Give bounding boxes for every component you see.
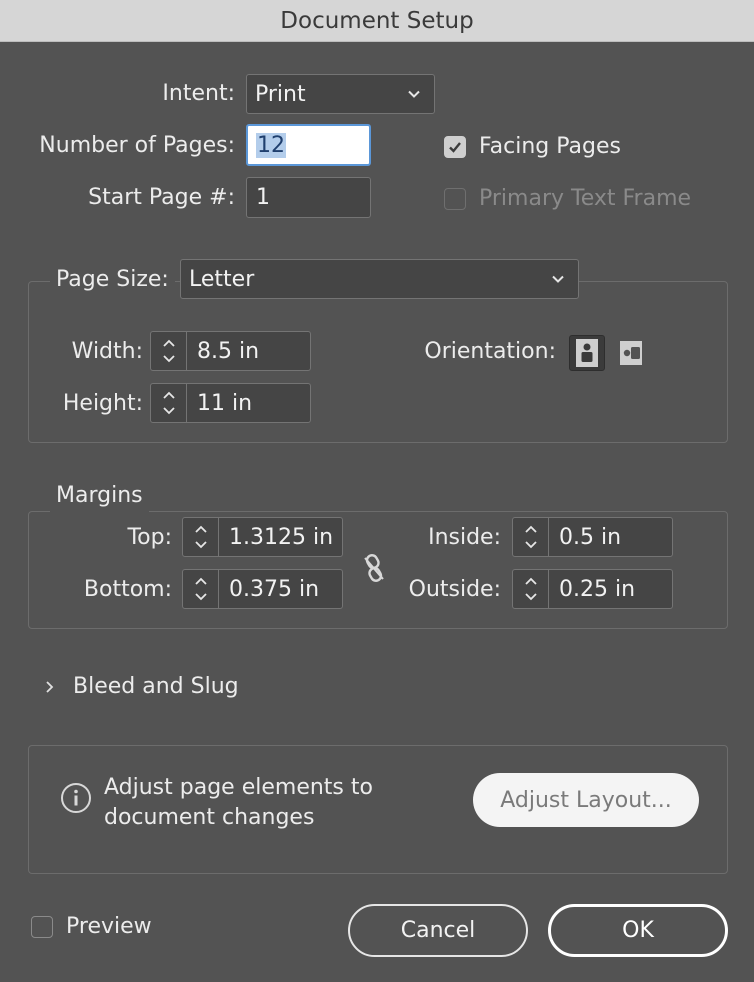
pages-input[interactable]: 12	[246, 124, 371, 166]
page-size-dropdown[interactable]: Letter	[180, 259, 579, 299]
facing-pages-checkbox[interactable]: Facing Pages	[444, 134, 621, 159]
page-size-value: Letter	[189, 266, 255, 292]
chevron-right-icon	[46, 680, 54, 693]
pages-label: Number of Pages:	[39, 133, 235, 158]
ok-button[interactable]: OK	[548, 904, 728, 957]
intent-dropdown[interactable]: Print	[246, 74, 435, 114]
inside-value: 0.5 in	[559, 524, 622, 550]
adjust-layout-text-line1: Adjust page elements to	[104, 775, 373, 800]
stepper-arrows-icon[interactable]	[513, 570, 549, 608]
dialog-body: Intent: Print Number of Pages: 12 Start …	[0, 42, 754, 982]
intent-label: Intent:	[162, 81, 235, 106]
margins-title: Margins	[50, 480, 149, 512]
portrait-page-icon	[576, 339, 598, 367]
width-stepper[interactable]: 8.5 in	[150, 331, 311, 371]
width-value: 8.5 in	[197, 338, 260, 364]
chevron-down-icon	[552, 275, 564, 283]
landscape-page-icon	[620, 341, 642, 365]
adjust-layout-button[interactable]: Adjust Layout...	[473, 773, 699, 827]
preview-checkbox[interactable]: Preview	[31, 914, 152, 939]
pages-value: 12	[256, 132, 286, 158]
stepper-arrows-icon[interactable]	[183, 570, 219, 608]
checkbox-box	[444, 135, 466, 158]
bleed-slug-disclosure[interactable]: Bleed and Slug	[40, 674, 239, 699]
bottom-value: 0.375 in	[229, 576, 320, 602]
top-label: Top:	[127, 525, 172, 550]
checkbox-box	[444, 187, 466, 210]
outside-value: 0.25 in	[559, 576, 636, 602]
start-page-label: Start Page #:	[88, 185, 235, 210]
width-label: Width:	[71, 339, 143, 364]
stepper-arrows-icon[interactable]	[151, 332, 187, 370]
stepper-arrows-icon[interactable]	[183, 518, 219, 556]
top-value: 1.3125 in	[229, 524, 334, 550]
portrait-orientation-button[interactable]	[569, 335, 605, 371]
outside-stepper[interactable]: 0.25 in	[512, 569, 673, 609]
primary-text-frame-label: Primary Text Frame	[479, 186, 692, 211]
chevron-down-icon	[408, 90, 420, 98]
orientation-label: Orientation:	[424, 339, 556, 364]
adjust-layout-text-line2: document changes	[104, 805, 315, 830]
bottom-stepper[interactable]: 0.375 in	[182, 569, 343, 609]
start-page-value: 1	[256, 185, 270, 210]
height-label: Height:	[62, 391, 143, 416]
facing-pages-label: Facing Pages	[479, 134, 621, 159]
adjust-layout-text: Adjust page elements to document changes	[104, 773, 373, 833]
page-size-label: Page Size:	[50, 264, 175, 296]
preview-label: Preview	[66, 914, 152, 939]
title-bar: Document Setup	[0, 0, 754, 42]
bleed-slug-label: Bleed and Slug	[73, 674, 239, 699]
height-stepper[interactable]: 11 in	[150, 383, 311, 423]
checkmark-icon	[449, 141, 461, 153]
outside-label: Outside:	[408, 577, 501, 602]
info-icon	[60, 782, 92, 818]
intent-value: Print	[255, 81, 306, 107]
checkbox-box	[31, 915, 53, 938]
landscape-orientation-button[interactable]	[613, 335, 649, 371]
height-value: 11 in	[197, 390, 253, 416]
start-page-input[interactable]: 1	[246, 177, 371, 218]
cancel-button[interactable]: Cancel	[348, 904, 528, 957]
window-title: Document Setup	[280, 7, 474, 34]
top-stepper[interactable]: 1.3125 in	[182, 517, 343, 557]
bottom-label: Bottom:	[83, 577, 172, 602]
primary-text-frame-checkbox[interactable]: Primary Text Frame	[444, 186, 691, 211]
inside-stepper[interactable]: 0.5 in	[512, 517, 673, 557]
inside-label: Inside:	[428, 525, 501, 550]
stepper-arrows-icon[interactable]	[513, 518, 549, 556]
stepper-arrows-icon[interactable]	[151, 384, 187, 422]
